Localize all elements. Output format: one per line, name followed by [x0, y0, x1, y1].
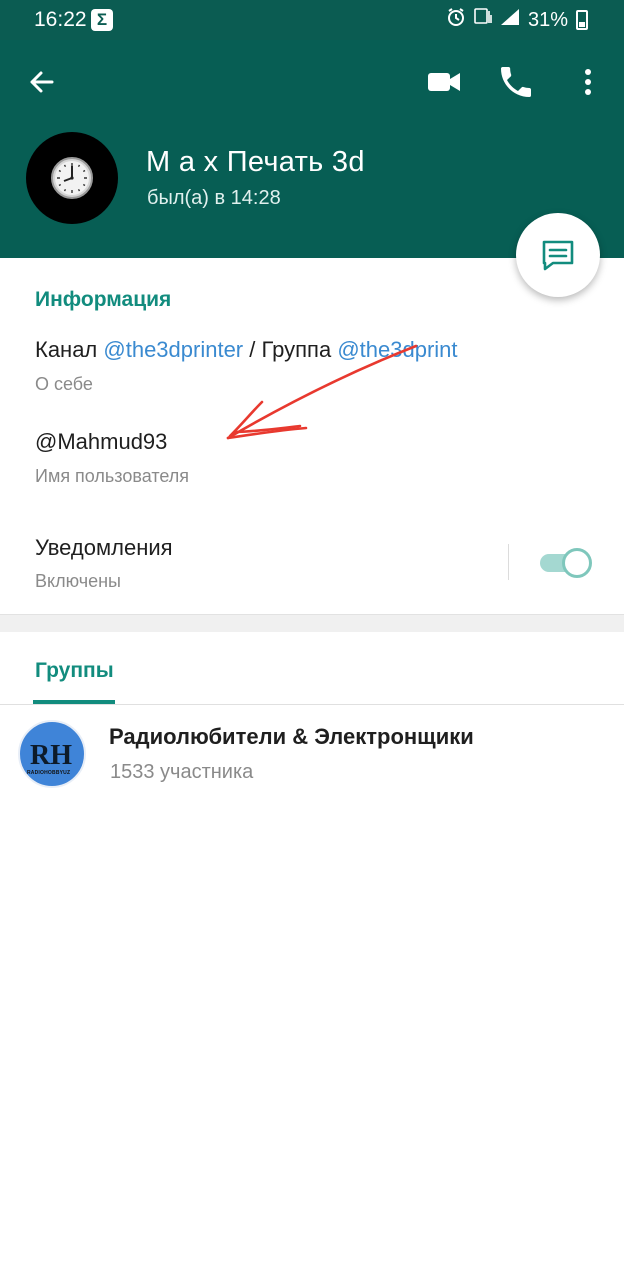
about-text: Канал @the3dprinter / Группа @the3dprint: [35, 337, 458, 363]
lte-icon: [474, 7, 492, 33]
status-time: 16:22: [34, 8, 87, 31]
notifications-label[interactable]: Уведомления: [35, 535, 173, 561]
battery-icon: [576, 10, 588, 30]
status-right-group: 31%: [446, 7, 588, 33]
group-members: 1533 участника: [110, 761, 254, 783]
profile-name: M a x Печать 3d: [146, 146, 365, 178]
rh-logo: RH: [30, 740, 72, 768]
video-call-button[interactable]: [424, 62, 464, 102]
profile-avatar[interactable]: [26, 132, 118, 224]
back-button[interactable]: [22, 62, 62, 102]
about-caption: О себе: [35, 374, 93, 394]
voice-call-button[interactable]: [496, 62, 536, 102]
section-separator: [0, 614, 624, 632]
channel-link[interactable]: @the3dprinter: [103, 337, 243, 362]
send-message-button[interactable]: [516, 213, 600, 297]
more-vert-icon: [585, 69, 591, 95]
sigma-notification-icon: Σ: [91, 9, 113, 31]
group-avatar-letters: RH: [30, 740, 72, 768]
username-value[interactable]: @Mahmud93: [35, 429, 167, 455]
status-bar: 16:22 Σ 31%: [0, 0, 624, 40]
group-name[interactable]: Радиолюбители & Электронщики: [109, 724, 474, 750]
about-prefix: Канал: [35, 337, 104, 362]
phone-icon: [501, 67, 531, 97]
videocam-icon: [428, 73, 460, 91]
info-section-title: Информация: [35, 288, 172, 311]
more-options-button[interactable]: [570, 62, 606, 102]
notifications-toggle[interactable]: [540, 548, 592, 578]
tab-divider: [0, 704, 624, 705]
signal-icon: [500, 8, 520, 32]
clock-icon: [51, 157, 93, 199]
alarm-icon: [446, 7, 466, 33]
message-icon: [542, 240, 574, 271]
arrow-back-icon: [30, 71, 54, 93]
group-link[interactable]: @the3dprint: [337, 337, 457, 362]
group-avatar-caption: RADIOHOBBYUZ: [27, 770, 71, 776]
username-caption: Имя пользователя: [35, 466, 190, 486]
divider: [508, 544, 509, 580]
toggle-thumb: [562, 548, 592, 578]
group-avatar[interactable]: RH RADIOHOBBYUZ: [18, 720, 86, 788]
last-seen: был(а) в 14:28: [147, 187, 281, 209]
notifications-state: Включены: [35, 571, 121, 591]
battery-percent: 31%: [527, 8, 568, 31]
about-middle: / Группа: [243, 337, 338, 362]
tab-groups[interactable]: Группы: [35, 659, 114, 683]
